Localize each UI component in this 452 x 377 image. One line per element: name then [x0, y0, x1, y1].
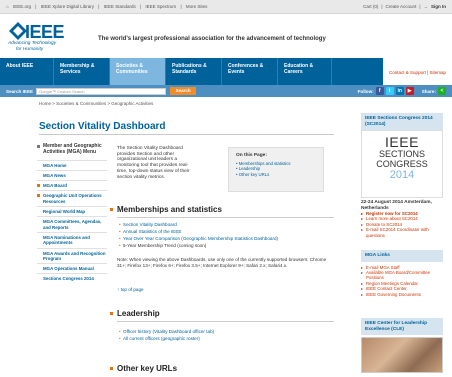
- sidebar-item-sections-congress[interactable]: Sections Congress 2014: [37, 273, 107, 283]
- site-link[interactable]: IEEE.org: [13, 4, 31, 9]
- sections-congress-banner[interactable]: IEEE SECTIONS CONGRESS 2014: [361, 130, 443, 198]
- search-label: Search IEEE: [6, 88, 34, 94]
- nav-membership[interactable]: Membership & Services: [54, 58, 110, 85]
- cle-head: IEEE Center for Leadership Excellence (C…: [361, 318, 443, 335]
- link-officer-history[interactable]: Officer history (Vitality Dashboard offi…: [119, 329, 214, 335]
- sidebar-item-operations-manual[interactable]: MGA Operations Manual: [37, 263, 107, 273]
- home-icon: ⌂: [6, 4, 9, 9]
- site-link[interactable]: IEEE Spectrum: [145, 4, 176, 9]
- sidebar-item-geo-unit-resources[interactable]: Geographic Unit Operations Resources: [37, 190, 107, 206]
- social-follow: Follow: f t in ▶ Share: <: [358, 87, 446, 95]
- link-current-officers[interactable]: All current officers (geographic roster): [119, 336, 200, 342]
- sidebar-item-world-map[interactable]: Regional World Map: [37, 206, 107, 216]
- breadcrumb[interactable]: Home > Societies & Communities > Geograp…: [39, 101, 153, 106]
- search-bar: Search IEEE Google™ Custom Search Search…: [0, 85, 452, 97]
- sidebar-item-mga-board[interactable]: MGA Board: [37, 180, 107, 190]
- twitter-icon[interactable]: t: [385, 87, 394, 95]
- mga-menu-heading: Member and Geographic Activities (MGA) M…: [37, 143, 107, 156]
- follow-label: Follow:: [357, 88, 374, 94]
- sign-in-icon: →: [423, 4, 429, 9]
- sidebar-item-awards[interactable]: MGA Awards and Recognition Program: [37, 247, 107, 264]
- search-button[interactable]: Search: [170, 87, 197, 95]
- top-utility-bar: ⌂ IEEE.org | IEEE Xplore Digital Library…: [0, 0, 452, 14]
- main-nav: About IEEE Membership & Services Societie…: [0, 58, 452, 85]
- cart-link[interactable]: Cart (0): [363, 4, 378, 9]
- title-divider: [39, 134, 334, 135]
- site-link[interactable]: IEEE Standards: [104, 4, 136, 9]
- nav-societies[interactable]: Societies & Communities: [110, 58, 166, 85]
- account-links: Cart (0) | Create Account | → Sign In: [363, 4, 446, 9]
- sidebar-item-mga-home[interactable]: MGA Home: [37, 159, 107, 170]
- link-email-sc2014[interactable]: E-mail SC2014 Coordinator with questions: [361, 227, 443, 238]
- link-vitality-dashboard[interactable]: Section Vitality Dashboard: [119, 222, 177, 228]
- on-this-page-title: On this Page:: [236, 153, 267, 158]
- sidebar-item-committees[interactable]: MGA Committees, Agendas, and Reports: [37, 216, 107, 232]
- on-this-page-box: On this Page: • Memberships and statisti…: [228, 147, 324, 192]
- share-label: Share:: [421, 88, 436, 94]
- nav-conferences[interactable]: Conferences & Events: [222, 58, 278, 85]
- other-urls-heading: Other key URLs: [109, 364, 178, 373]
- link-mga-positions[interactable]: Available MGA Board/Committee Positions: [361, 270, 443, 281]
- create-account-link[interactable]: Create Account: [386, 4, 417, 9]
- intro-paragraph: The Section Vitality Dashboard provides …: [117, 146, 190, 180]
- site-links: ⌂ IEEE.org | IEEE Xplore Digital Library…: [6, 4, 208, 9]
- youtube-icon[interactable]: ▶: [405, 87, 414, 95]
- link-year-over-year[interactable]: Year Over Year Comparison (Geographic Me…: [119, 236, 278, 242]
- sections-congress-head: IEEE Sections Congress 2014 (SC2014): [361, 113, 443, 130]
- nav-about[interactable]: About IEEE: [0, 58, 54, 85]
- contact-sitemap-link[interactable]: Contact & Support | Sitemap: [383, 58, 452, 85]
- facebook-icon[interactable]: f: [375, 87, 384, 95]
- memberships-heading: Memberships and statistics: [110, 205, 222, 214]
- sidebar-item-nominations[interactable]: MGA Nominations and Appointments: [37, 231, 107, 248]
- sections-congress-box: IEEE Sections Congress 2014 (SC2014) IEE…: [361, 113, 443, 238]
- logo-tagline: Advancing Technology for Humanity: [8, 41, 57, 52]
- site-link[interactable]: IEEE Xplore Digital Library: [41, 4, 94, 9]
- browser-note: Note: When viewing the above Dashboards,…: [117, 257, 327, 268]
- cle-photo[interactable]: [361, 337, 443, 373]
- five-year-trend-item: 5-Year Membership Trend (coming soon): [119, 243, 206, 249]
- site-tagline: The world's largest professional associa…: [98, 36, 326, 42]
- top-of-page-link[interactable]: ↑ top of page: [117, 287, 144, 292]
- nav-publications[interactable]: Publications & Standards: [166, 58, 222, 85]
- search-input[interactable]: Google™ Custom Search: [36, 87, 167, 95]
- site-header: IEEE Advancing Technology for Humanity T…: [0, 14, 452, 58]
- on-page-link-other-urls[interactable]: • Other key URLs: [236, 172, 316, 177]
- leadership-divider: [117, 321, 334, 322]
- linkedin-icon[interactable]: in: [395, 87, 404, 95]
- mga-menu: Member and Geographic Activities (MGA) M…: [37, 143, 107, 284]
- logo-text: IEEE: [25, 22, 65, 42]
- memberships-divider: [117, 217, 334, 218]
- mga-links-box: MGA Links E-mail MGA Staff Available MGA…: [361, 250, 443, 297]
- cle-box: IEEE Center for Leadership Excellence (C…: [361, 318, 443, 373]
- link-annual-statistics[interactable]: Annual Statistics of the IEEE: [119, 229, 181, 235]
- site-link[interactable]: More Sites: [186, 4, 208, 9]
- mga-links-head: MGA Links: [361, 250, 443, 262]
- share-icon[interactable]: <: [438, 87, 446, 95]
- link-governing-docs[interactable]: IEEE Governing Documents: [361, 292, 443, 298]
- nav-education[interactable]: Education & Careers: [278, 58, 332, 85]
- sign-in-link[interactable]: Sign In: [431, 4, 446, 9]
- congress-date: 22-24 August 2014 Amsterdam, Netherlands: [361, 200, 432, 211]
- ieee-logo[interactable]: IEEE Advancing Technology for Humanity: [8, 21, 88, 55]
- leadership-heading: Leadership: [110, 309, 160, 318]
- page-title: Section Vitality Dashboard: [39, 121, 166, 132]
- sidebar-item-mga-news[interactable]: MGA News: [37, 169, 107, 180]
